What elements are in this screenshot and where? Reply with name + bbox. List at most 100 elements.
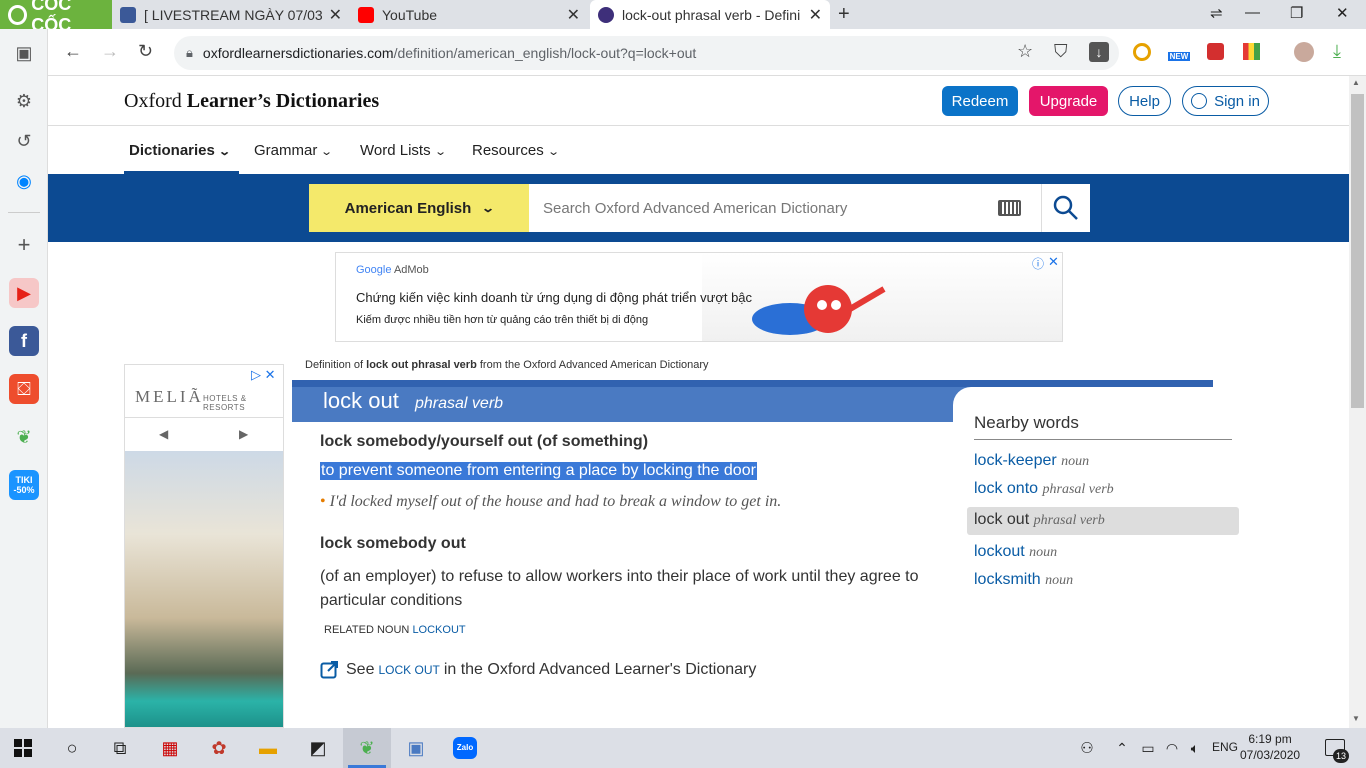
redeem-button[interactable]: Redeem <box>942 86 1018 116</box>
volume-icon[interactable]: 🔈︎ <box>1183 736 1207 760</box>
prev-arrow-icon[interactable]: ◀ <box>159 427 168 441</box>
nearby-title: Nearby words <box>974 413 1079 432</box>
bookmark-star-icon[interactable]: ☆ <box>1017 41 1033 62</box>
nearby-word[interactable]: lock onto phrasal verb <box>974 480 1114 498</box>
zalo-icon[interactable]: Zalo <box>453 737 477 759</box>
settings-gear-icon[interactable]: ⚙ <box>9 86 39 116</box>
tray-chevron-icon[interactable]: ⌃ <box>1110 736 1134 760</box>
next-arrow-icon[interactable]: ▶ <box>239 427 248 441</box>
nav-resources[interactable]: Resources ⌄ <box>472 142 560 159</box>
nav-dictionaries[interactable]: Dictionaries ⌄ <box>129 142 231 159</box>
crumb-pre: Definition of <box>305 359 367 371</box>
dictionary-selector[interactable]: American English ⌄ <box>309 184 529 232</box>
clock[interactable]: 6:19 pm 07/03/2020 <box>1240 731 1300 763</box>
tab-oxford[interactable]: lock-out phrasal verb - Defini ✕ <box>590 0 830 29</box>
task-view-icon[interactable]: ⧉ <box>108 736 132 760</box>
app-icon-2[interactable]: ✿ <box>207 736 231 760</box>
minimize-icon[interactable]: — <box>1245 4 1260 21</box>
app-icon-4[interactable]: ▣ <box>404 736 428 760</box>
coccoc-logo[interactable]: CỐC CỐC <box>0 0 112 35</box>
nearby-word[interactable]: lock-keeper noun <box>974 452 1089 470</box>
sign-in-button[interactable]: Sign in <box>1182 86 1269 116</box>
ad-choices-icon[interactable]: ▷ ✕ <box>251 367 276 383</box>
nearby-word-pos: noun <box>1045 573 1074 588</box>
reload-icon[interactable]: ↻ <box>138 41 153 62</box>
scroll-down-icon[interactable]: ▼ <box>1352 714 1360 723</box>
sidebar-divider <box>8 212 40 213</box>
extension-colors-icon[interactable] <box>1243 43 1260 60</box>
nearby-word-current[interactable]: lock out phrasal verb <box>974 511 1105 529</box>
see-post: in the Oxford Advanced Learner's Diction… <box>443 660 757 678</box>
facebook-icon[interactable]: f <box>9 326 39 356</box>
wifi-icon[interactable]: ◠ <box>1160 736 1184 760</box>
tab-search-icon[interactable]: ⇌ <box>1210 4 1223 22</box>
tab-livestream[interactable]: [ LIVESTREAM NGÀY 07/03 - ✕ <box>112 0 350 29</box>
user-icon <box>1191 93 1208 109</box>
sidebar-toggle-icon[interactable]: ▣ <box>9 38 39 68</box>
shopee-icon[interactable]: ⛋ <box>9 374 39 404</box>
see-also-link[interactable]: See LOCK OUT in the Oxford Advanced Lear… <box>320 660 756 679</box>
download-icon[interactable]: ⤓ <box>1333 41 1341 62</box>
chevron-down-icon: ⌄ <box>481 201 496 215</box>
extension-red-icon[interactable] <box>1207 43 1224 60</box>
tiki-sale-icon[interactable]: TIKI -50% <box>9 470 39 500</box>
help-button[interactable]: Help <box>1118 86 1171 116</box>
app-icon-3[interactable]: ◩ <box>306 736 330 760</box>
upgrade-button[interactable]: Upgrade <box>1029 86 1108 116</box>
address-bar[interactable]: 🔒︎ oxfordlearnersdictionaries.com/defini… <box>174 36 1119 70</box>
oxford-favicon-icon <box>598 6 614 23</box>
chevron-down-icon: ⌄ <box>433 146 447 158</box>
close-window-icon[interactable]: ✕ <box>1336 4 1349 22</box>
scroll-up-icon[interactable]: ▲ <box>1352 78 1360 87</box>
crumb-post: from the Oxford Advanced American Dictio… <box>476 359 709 371</box>
extension-new-icon[interactable]: NEW <box>1166 42 1192 64</box>
search-button[interactable] <box>1041 184 1090 232</box>
clock-time: 6:19 pm <box>1248 732 1292 746</box>
ad-info-icon[interactable]: ⓘ <box>1032 255 1044 272</box>
shield-icon[interactable]: ⛉ <box>1054 41 1068 62</box>
example-text: I'd locked myself out of the house and h… <box>329 493 782 510</box>
close-icon[interactable]: ✕ <box>567 5 580 25</box>
youtube-icon[interactable]: ▶ <box>9 278 39 308</box>
nav-grammar[interactable]: Grammar ⌄ <box>254 142 333 159</box>
close-icon[interactable]: ✕ <box>329 5 342 25</box>
windows-start-icon[interactable] <box>14 739 32 757</box>
nearby-word[interactable]: locksmith noun <box>974 571 1073 589</box>
admob-ad-banner[interactable]: Google AdMob Chứng kiến việc kinh doanh … <box>335 252 1063 342</box>
ad-divider <box>125 417 283 418</box>
add-plus-icon[interactable]: + <box>9 230 39 260</box>
search-circle-icon[interactable]: ○ <box>60 736 84 760</box>
history-icon[interactable]: ↺ <box>9 126 39 156</box>
keyboard-icon[interactable] <box>998 200 1021 216</box>
related-link[interactable]: LOCKOUT <box>412 624 465 636</box>
back-arrow-icon[interactable]: ← <box>64 41 82 62</box>
profile-avatar[interactable] <box>1294 42 1314 62</box>
file-explorer-icon[interactable]: ▬ <box>256 736 280 760</box>
battery-icon[interactable]: ▭ <box>1136 736 1160 760</box>
nav-label: Word Lists <box>360 142 431 159</box>
coccoc-taskbar-icon[interactable]: ❦ <box>355 736 379 760</box>
close-icon[interactable]: ✕ <box>809 5 822 25</box>
input-language[interactable]: ENG <box>1212 740 1238 754</box>
bullet-icon: • <box>320 493 326 510</box>
restore-icon[interactable]: ❐ <box>1290 4 1303 22</box>
search-input[interactable]: Search Oxford Advanced American Dictiona… <box>529 184 1041 232</box>
scrollbar-thumb[interactable] <box>1351 94 1364 408</box>
ad-close-icon[interactable]: ✕ <box>1048 254 1059 270</box>
example-1: • I'd locked myself out of the house and … <box>320 493 781 511</box>
new-tab-plus-icon[interactable]: + <box>838 3 850 26</box>
see-link[interactable]: LOCK OUT <box>378 663 439 677</box>
download-page-icon[interactable]: ↓ <box>1089 42 1109 62</box>
coccoc-extension-icon[interactable]: ❦ <box>9 422 39 452</box>
nav-word-lists[interactable]: Word Lists ⌄ <box>360 142 447 159</box>
nearby-divider <box>974 439 1232 440</box>
site-logo[interactable]: Oxford Learner’s Dictionaries <box>124 90 379 113</box>
tab-youtube[interactable]: YouTube ✕ <box>350 0 588 29</box>
nearby-word[interactable]: lockout noun <box>974 543 1057 561</box>
melia-ad[interactable]: ▷ ✕ MELIÃ HOTELS & RESORTS ◀ ▶ <box>124 364 284 728</box>
messenger-icon[interactable]: ◉ <box>9 166 39 196</box>
app-icon-1[interactable]: ▦ <box>158 736 182 760</box>
extension-coccoc-icon[interactable] <box>1133 43 1151 61</box>
forward-arrow-icon[interactable]: → <box>101 41 119 62</box>
people-icon[interactable]: ⚇ <box>1075 736 1099 760</box>
